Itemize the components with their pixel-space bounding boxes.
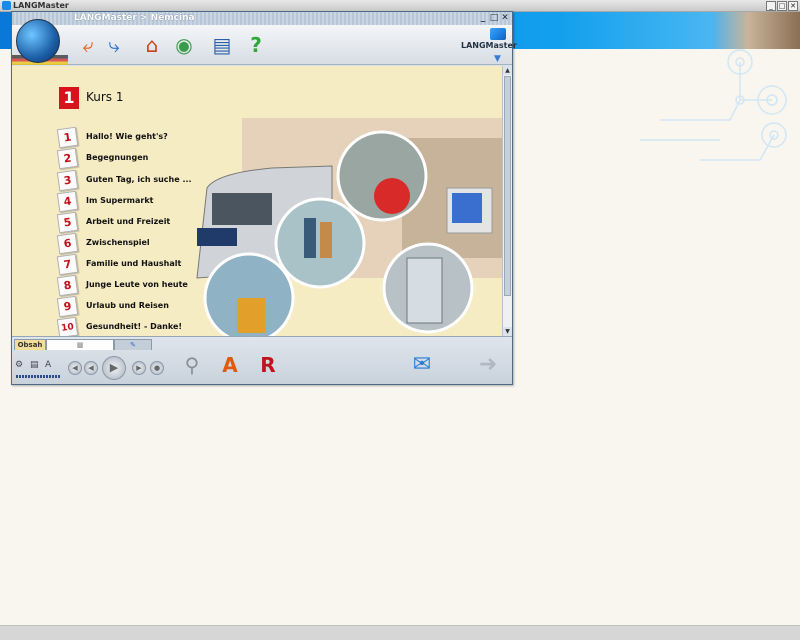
- langmaster-logo-icon: [490, 28, 506, 40]
- status-bar: [0, 625, 800, 640]
- lesson-number: 5: [56, 211, 79, 234]
- lesson-number: 6: [56, 232, 79, 255]
- lesson-number: 3: [56, 169, 79, 192]
- lesson-item[interactable]: 2 Begegnungen: [56, 147, 218, 170]
- play-icon[interactable]: ▶: [102, 356, 126, 380]
- volume-meter: [16, 375, 60, 378]
- app-window-title: LANGMaster > Němčina: [74, 13, 195, 23]
- globe-icon: [16, 19, 60, 63]
- dropdown-arrow-icon[interactable]: ▼: [494, 54, 501, 64]
- langmaster-logo: LANGMaster: [461, 41, 517, 50]
- lesson-label: Guten Tag, ich suche ...: [86, 175, 192, 184]
- lesson-label: Begegnungen: [86, 153, 149, 162]
- circuit-decoration: [640, 49, 787, 161]
- settings-icon[interactable]: ⚙: [15, 360, 23, 370]
- lesson-item[interactable]: 1 Hallo! Wie geht's?: [56, 126, 218, 149]
- microphone-icon[interactable]: ⚲: [180, 353, 204, 377]
- lesson-number: 7: [56, 253, 79, 276]
- previous-icon[interactable]: ◀: [84, 361, 98, 375]
- bottom-control-bar: Obsah ▩ ✎ ⚙ ▤ A ◀ ◀ ▶ ▶ ● ⚲ A R ✉ ➜: [12, 336, 512, 384]
- course-title: Kurs 1: [86, 90, 124, 104]
- next-icon[interactable]: ▶: [132, 361, 146, 375]
- course-number: 1: [59, 87, 79, 109]
- course-collage-image: [192, 118, 502, 336]
- app-close-button[interactable]: ✕: [500, 13, 510, 23]
- lesson-label: Arbeit und Freizeit: [86, 217, 171, 226]
- tab-notes[interactable]: ▩: [46, 339, 114, 350]
- close-button[interactable]: ✕: [788, 1, 798, 11]
- vertical-scrollbar[interactable]: ▲ ▼: [502, 66, 512, 336]
- lesson-number: 1: [56, 126, 79, 149]
- toolbar: ⤶ ⤷ ⌂ ◉ ▤ ? LANGMaster ▼: [12, 19, 517, 65]
- keyboard-icon: ▩: [76, 341, 84, 349]
- rewind-icon[interactable]: ◀: [68, 361, 82, 375]
- record-icon[interactable]: ●: [150, 361, 164, 375]
- home-icon[interactable]: ⌂: [140, 33, 164, 57]
- lesson-item[interactable]: 3 Guten Tag, ich suche ...: [56, 169, 218, 192]
- keyboard-small-icon[interactable]: ▤: [30, 360, 39, 370]
- app-window: LANGMaster > Němčina _ □ ✕ ⤶ ⤷ ⌂ ◉ ▤ ? L…: [11, 11, 517, 385]
- app-title-bar: LANGMaster > Němčina _ □ ✕: [12, 12, 512, 25]
- app-icon: [2, 1, 11, 10]
- lesson-item[interactable]: 10 Gesundheit! - Danke!: [56, 316, 218, 336]
- tab-obsah[interactable]: Obsah: [14, 339, 46, 350]
- app-minimize-button[interactable]: _: [478, 13, 488, 23]
- scroll-up-icon[interactable]: ▲: [503, 66, 512, 75]
- lesson-item[interactable]: 8 Junge Leute von heute: [56, 274, 218, 297]
- maximize-button[interactable]: □: [777, 1, 787, 11]
- lesson-label: Im Supermarkt: [86, 196, 154, 205]
- dictionary-icon[interactable]: ◉: [172, 33, 196, 57]
- scroll-down-icon[interactable]: ▼: [503, 327, 512, 336]
- save-page-icon[interactable]: ✉: [410, 353, 434, 377]
- lesson-label: Zwischenspiel: [86, 238, 150, 247]
- lesson-label: Familie und Haushalt: [86, 259, 182, 268]
- font-size-icon[interactable]: A: [45, 360, 51, 370]
- lesson-number: 4: [56, 190, 79, 213]
- lesson-item[interactable]: 6 Zwischenspiel: [56, 232, 218, 255]
- lesson-number: 2: [56, 147, 79, 170]
- tab-tools[interactable]: ✎: [114, 339, 152, 350]
- lesson-label: Urlaub und Reisen: [86, 301, 169, 310]
- lesson-label: Junge Leute von heute: [86, 280, 188, 289]
- pen-icon: ✎: [130, 341, 136, 349]
- back-icon[interactable]: ⤶: [76, 33, 100, 57]
- reference-icon[interactable]: R: [256, 353, 280, 377]
- lesson-label: Hallo! Wie geht's?: [86, 132, 168, 141]
- lesson-number: 8: [56, 274, 79, 297]
- next-page-icon[interactable]: ➜: [476, 353, 500, 377]
- outer-window-title: LANGMaster: [13, 1, 69, 10]
- course-content: 1 Kurs 1 1 Hallo! Wie geht's? 2 Begegnun…: [12, 66, 502, 336]
- grammar-icon[interactable]: A: [218, 353, 242, 377]
- lesson-number: 9: [56, 295, 79, 318]
- lesson-number: 10: [56, 316, 79, 336]
- scroll-thumb[interactable]: [504, 76, 511, 296]
- lesson-label: Gesundheit! - Danke!: [86, 322, 183, 331]
- lesson-item[interactable]: 5 Arbeit und Freizeit: [56, 211, 218, 234]
- minimize-button[interactable]: _: [766, 1, 776, 11]
- lesson-item[interactable]: 4 Im Supermarkt: [56, 190, 218, 213]
- book-icon[interactable]: ▤: [210, 33, 234, 57]
- lesson-item[interactable]: 7 Familie und Haushalt: [56, 253, 218, 276]
- help-icon[interactable]: ?: [244, 33, 268, 57]
- app-restore-button[interactable]: □: [489, 13, 499, 23]
- lesson-item[interactable]: 9 Urlaub und Reisen: [56, 295, 218, 318]
- forward-icon[interactable]: ⤷: [102, 33, 126, 57]
